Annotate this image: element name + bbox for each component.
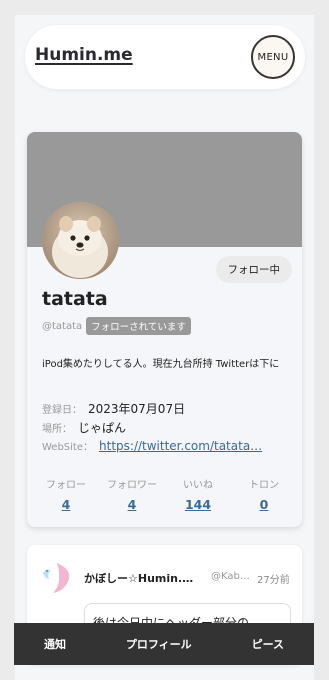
stat-followers: フォロワー 4 [101, 476, 163, 512]
profile-handle: @tatata [42, 320, 83, 332]
post-author-avatar[interactable] [35, 557, 75, 597]
nav-profile[interactable]: プロフィール [126, 636, 192, 652]
stat-following: フォロー 4 [35, 476, 97, 512]
website-link[interactable]: https://twitter.com/tatata… [99, 439, 262, 453]
following-count-link[interactable]: 4 [35, 497, 97, 512]
followers-count-link[interactable]: 4 [101, 497, 163, 512]
stat-label: フォロー [46, 480, 86, 491]
nav-peace[interactable]: ピース [252, 636, 284, 652]
brand-logo-link[interactable]: Humin.me [35, 45, 133, 65]
website-label: WebSite： [42, 442, 94, 453]
nav-notifications[interactable]: 通知 [44, 636, 66, 652]
website-row: WebSite： https://twitter.com/tatata… [42, 438, 262, 453]
likes-count-link[interactable]: 144 [167, 497, 229, 512]
stat-likes: いいね 144 [167, 476, 229, 512]
profile-name: tatata [42, 288, 108, 310]
post-author-name[interactable]: かぼしー☆Humin.… [84, 570, 204, 586]
profile-avatar[interactable] [42, 202, 119, 279]
profile-stats: フォロー 4 フォロワー 4 いいね 144 トロン 0 [35, 476, 295, 512]
app-page: Humin.me MENU フォロー中 tatata @tatata フォローさ… [15, 15, 314, 680]
stat-label: フォロワー [107, 480, 157, 491]
profile-bio: iPod集めたりしてる人。現在九台所持 Twitterは下に [42, 359, 280, 370]
registered-value: 2023年07月07日 [88, 402, 186, 416]
location-label: 場所： [42, 424, 72, 435]
stat-label: いいね [183, 480, 213, 491]
registered-label: 登録日： [42, 405, 82, 416]
post-author-handle: @Kab… [211, 571, 250, 582]
followed-by-badge: フォローされています [86, 317, 191, 335]
app-header: Humin.me MENU [25, 25, 305, 89]
bottom-navigation: 通知 プロフィール ピース [14, 623, 314, 665]
registered-row: 登録日： 2023年07月07日 [42, 400, 185, 417]
profile-card: フォロー中 tatata @tatata フォローされています iPod集めたり… [27, 132, 302, 527]
post-timestamp: 27分前 [257, 575, 290, 586]
menu-button[interactable]: MENU [251, 35, 295, 79]
handle-row: @tatata フォローされています [42, 317, 191, 335]
location-value: じゃぱん [78, 421, 127, 435]
location-row: 場所： じゃぱん [42, 419, 126, 436]
tron-count-link[interactable]: 0 [233, 497, 295, 512]
stat-tron: トロン 0 [233, 476, 295, 512]
stat-label: トロン [249, 480, 279, 491]
following-button[interactable]: フォロー中 [215, 256, 292, 283]
dog-avatar-image [42, 202, 119, 279]
